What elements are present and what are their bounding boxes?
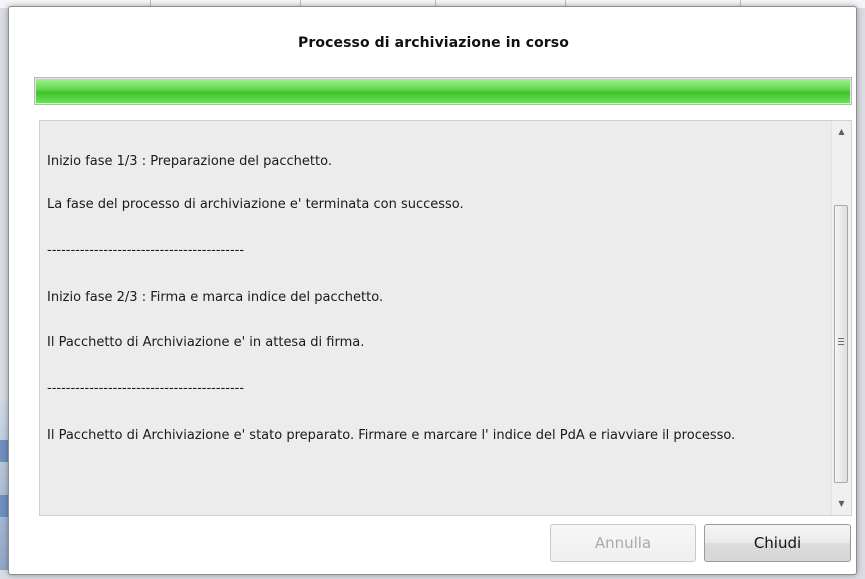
log-line: La fase del processo di archiviazione e'… (47, 197, 464, 212)
cancel-button[interactable]: Annulla (550, 524, 696, 562)
log-separator: ----------------------------------------… (47, 381, 245, 396)
progress-bar-fill (36, 79, 850, 103)
progress-bar (34, 77, 852, 105)
scroll-down-icon[interactable]: ▼ (832, 495, 851, 512)
archive-process-dialog: Processo di archiviazione in corso Inizi… (8, 6, 857, 575)
log-line: Inizio fase 1/3 : Preparazione del pacch… (47, 154, 332, 169)
dialog-title: Processo di archiviazione in corso (298, 35, 569, 51)
vertical-scrollbar[interactable]: ▲ ▼ (831, 121, 851, 515)
close-button[interactable]: Chiudi (704, 524, 851, 562)
scroll-thumb[interactable] (834, 205, 848, 483)
log-line: Il Pacchetto di Archiviazione e' stato p… (47, 428, 736, 443)
log-line: Il Pacchetto di Archiviazione e' in atte… (47, 335, 365, 350)
scroll-up-icon[interactable]: ▲ (832, 123, 851, 140)
grip-icon (838, 338, 844, 347)
log-line: Inizio fase 2/3 : Firma e marca indice d… (47, 290, 384, 305)
log-panel[interactable]: Inizio fase 1/3 : Preparazione del pacch… (39, 120, 852, 516)
log-separator: ----------------------------------------… (47, 243, 245, 258)
